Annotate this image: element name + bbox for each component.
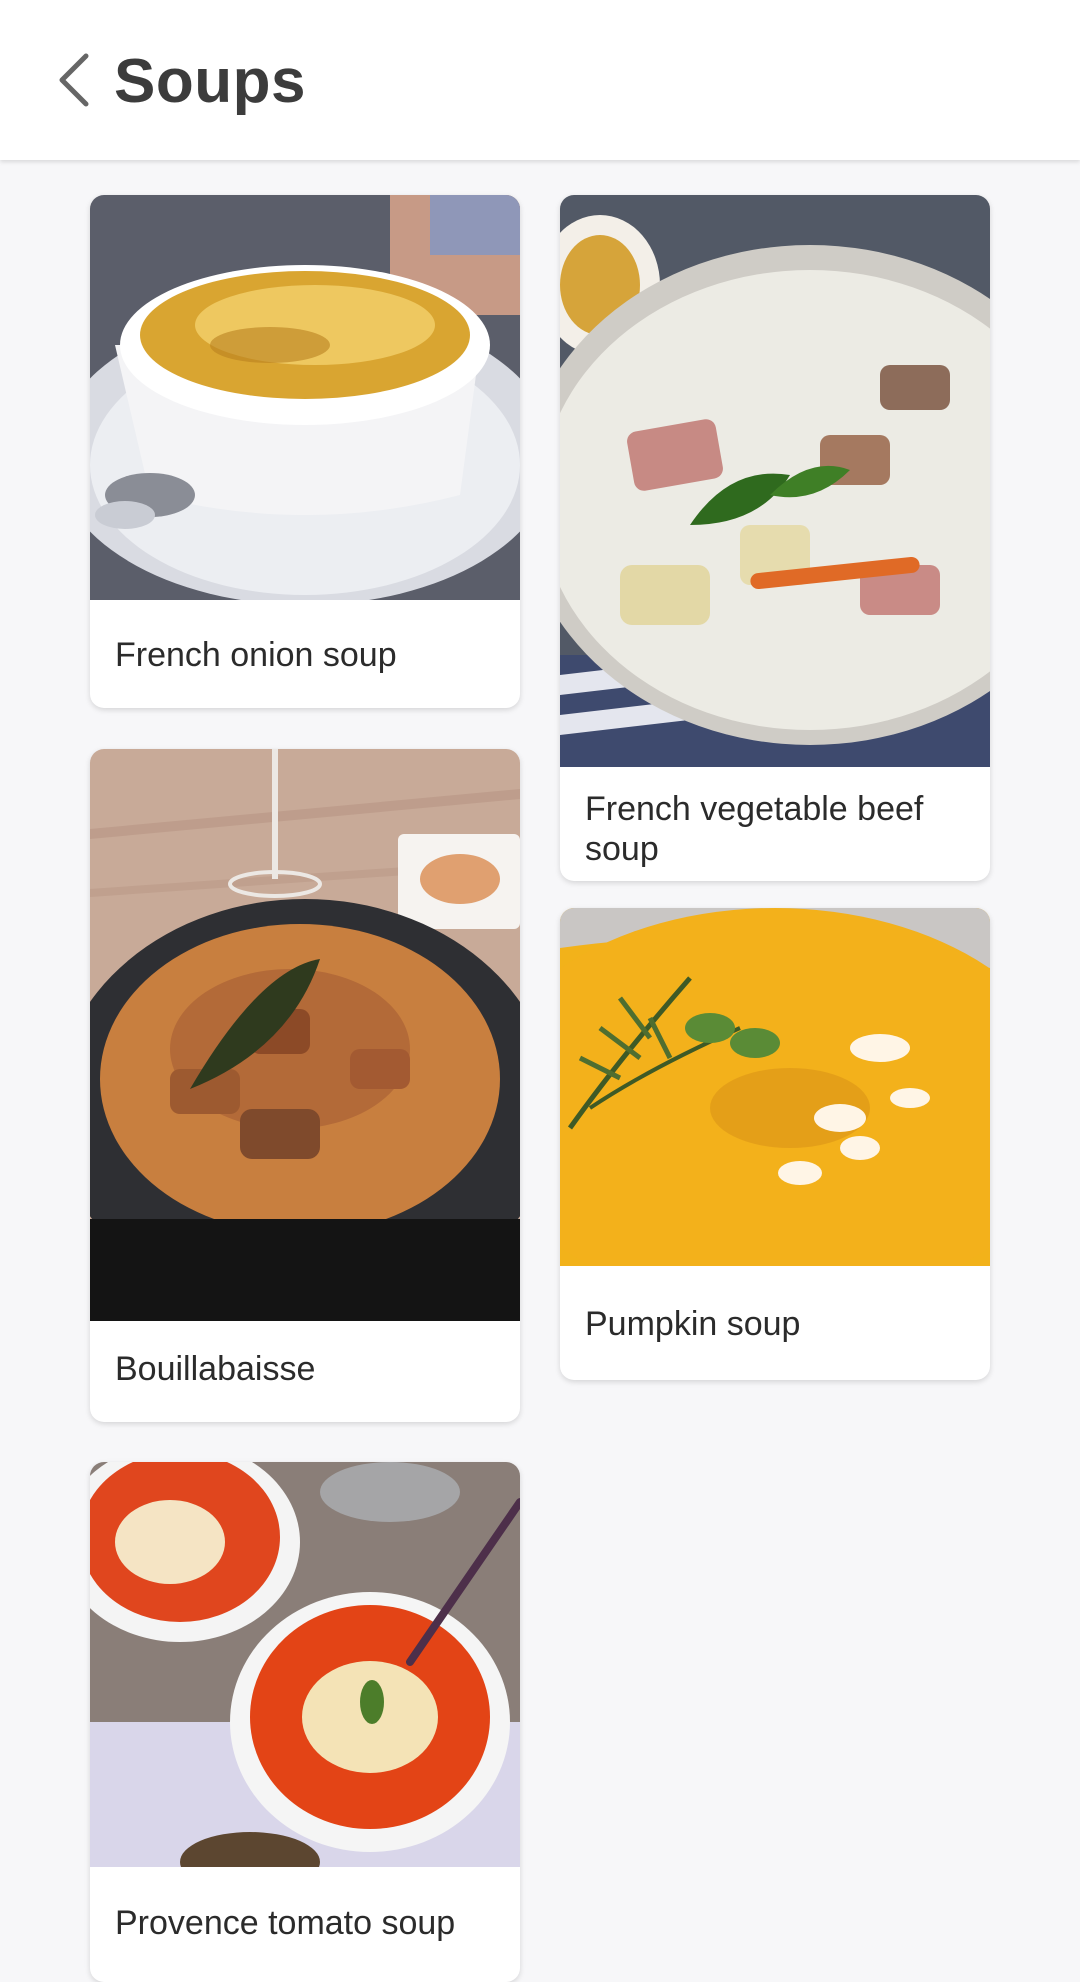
recipe-image-french-vegetable-beef-soup — [560, 195, 990, 767]
app-bar: Soups — [0, 0, 1080, 160]
recipe-card-provence-tomato-soup[interactable]: Provence tomato soup — [90, 1462, 520, 1982]
recipe-image-provence-tomato-soup — [90, 1462, 520, 1867]
recipe-card-pumpkin-soup[interactable]: Pumpkin soup — [560, 908, 990, 1380]
recipe-card-french-vegetable-beef-soup[interactable]: French vegetable beef soup — [560, 195, 990, 881]
recipe-image-french-onion-soup — [90, 195, 520, 600]
back-button[interactable] — [34, 40, 114, 120]
recipe-title: Bouillabaisse — [115, 1350, 316, 1388]
recipe-title: Pumpkin soup — [585, 1305, 801, 1343]
page-title: Soups — [114, 47, 306, 116]
recipe-image-pumpkin-soup — [560, 908, 990, 1266]
recipe-title: French vegetable beef soup — [585, 790, 924, 868]
chevron-left-icon — [59, 53, 89, 107]
recipe-card-bouillabaisse[interactable]: Bouillabaisse — [90, 749, 520, 1422]
recipe-title: French onion soup — [115, 636, 397, 674]
recipe-card-french-onion-soup[interactable]: French onion soup — [90, 195, 520, 708]
recipe-image-bouillabaisse — [90, 749, 520, 1321]
recipe-title: Provence tomato soup — [115, 1904, 456, 1942]
